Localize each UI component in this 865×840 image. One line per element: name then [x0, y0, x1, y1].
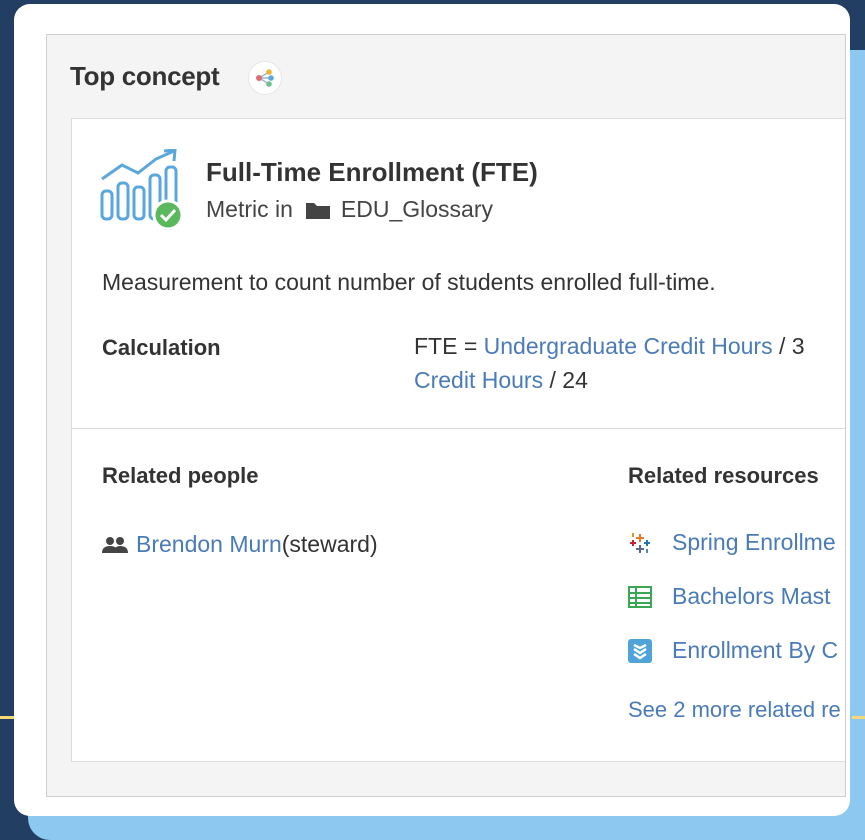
top-concept-panel: Top concept Full-Time Enrollment (FTE) M… [46, 34, 846, 797]
section-divider [72, 428, 845, 429]
accent-line-left [0, 716, 14, 719]
lineage-graph-icon[interactable] [248, 61, 282, 95]
concept-card: Full-Time Enrollment (FTE) Metric in EDU… [71, 118, 845, 762]
resource-item[interactable]: Bachelors Mast [628, 583, 831, 610]
person-link[interactable]: Brendon Murn [136, 531, 282, 558]
table-icon [628, 585, 652, 609]
calc-separator: / 3 [772, 333, 805, 359]
concept-description: Measurement to count number of students … [102, 269, 716, 295]
calculation-line-2: Credit Hours / 24 [414, 367, 588, 394]
concept-title[interactable]: Full-Time Enrollment (FTE) [206, 157, 538, 188]
resource-link[interactable]: Spring Enrollme [672, 529, 836, 556]
folder-icon [305, 200, 331, 220]
concept-type: Metric in [206, 196, 293, 222]
metric-chart-icon [100, 148, 190, 233]
related-person-row: Brendon Murn (steward) [102, 531, 378, 558]
calc-link-undergraduate-credit-hours[interactable]: Undergraduate Credit Hours [484, 333, 773, 359]
calculation-line-1: FTE = Undergraduate Credit Hours / 3 [414, 333, 805, 360]
verified-check-icon [152, 199, 184, 231]
layers-icon [628, 638, 652, 663]
resource-item[interactable]: Spring Enrollme [628, 529, 836, 556]
calc-prefix: FTE = [414, 333, 484, 359]
related-resources-heading: Related resources [628, 463, 819, 488]
accent-line-right [852, 716, 865, 719]
resource-link[interactable]: Bachelors Mast [672, 583, 831, 610]
panel-title: Top concept [70, 61, 220, 91]
related-people-heading: Related people [102, 463, 259, 488]
resource-item[interactable]: Enrollment By C [628, 637, 838, 664]
calc-link-credit-hours[interactable]: Credit Hours [414, 367, 543, 393]
see-more-resources-link[interactable]: See 2 more related re [628, 697, 841, 723]
tableau-icon [628, 531, 652, 555]
people-icon [102, 536, 128, 554]
folder-name[interactable]: EDU_Glossary [341, 196, 493, 223]
concept-type-line: Metric in EDU_Glossary [206, 196, 493, 223]
outer-card: Top concept Full-Time Enrollment (FTE) M… [14, 4, 850, 816]
calc-suffix: / 24 [543, 367, 588, 393]
person-role: (steward) [281, 531, 378, 557]
calculation-label: Calculation [102, 335, 221, 360]
resource-link[interactable]: Enrollment By C [672, 637, 838, 664]
